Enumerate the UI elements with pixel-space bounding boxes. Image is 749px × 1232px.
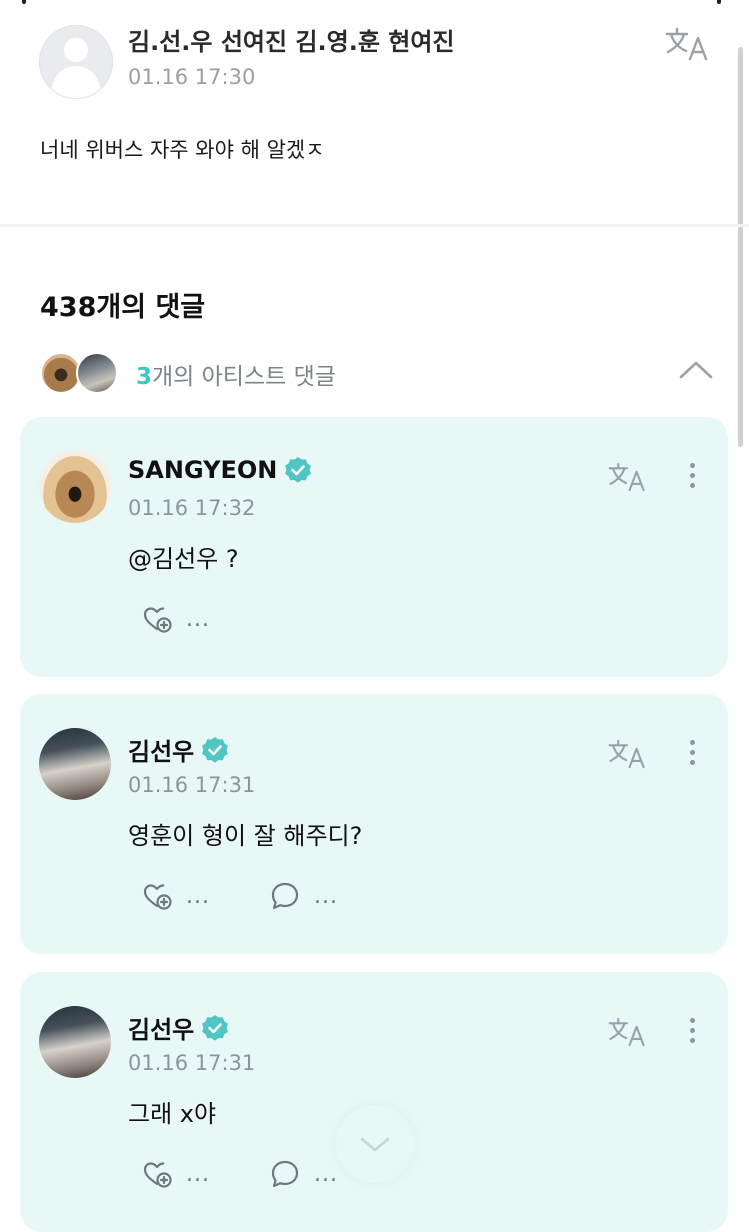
reply-count: ...: [313, 883, 338, 909]
comment-text: 그래 x야: [128, 1100, 217, 1128]
artist-avatar: [76, 352, 118, 394]
comment-author-name: 김선우: [128, 738, 195, 766]
like-count: ...: [186, 1161, 210, 1187]
comment-author-name: SANGYEON: [128, 456, 278, 484]
like-count: ...: [186, 606, 210, 632]
reply-button[interactable]: ...: [268, 879, 338, 913]
artist-comments-label: 3개의 아티스트 댓글: [136, 357, 336, 391]
avatar[interactable]: [39, 728, 111, 800]
heart-plus-icon: [143, 1162, 172, 1188]
post: 김.선.우 선여진 김.영.훈 현여진 01.16 17:30 너네 위버스 자…: [0, 0, 749, 225]
artist-comment-card: 김선우 01.16 17:31 영훈이 형이 잘 해주디? ... ...: [20, 694, 728, 954]
artist-comment-card: 김선우 01.16 17:31 그래 x야 ... ...: [20, 972, 728, 1232]
comment-actions: ... ...: [140, 878, 396, 914]
artist-comment-text: 개의 아티스트 댓글: [152, 364, 336, 390]
artist-comment-card: SANGYEON 01.16 17:32 @김선우 ? ...: [20, 417, 728, 677]
comment-author[interactable]: 김선우: [128, 1010, 230, 1045]
comment-author-name: 김선우: [128, 1016, 195, 1044]
verified-badge-icon: [285, 457, 312, 483]
like-button[interactable]: ...: [140, 602, 210, 636]
verified-badge-icon: [202, 1014, 229, 1041]
comment-bubble-icon: [271, 882, 299, 910]
comment-timestamp: 01.16 17:32: [128, 496, 256, 520]
comment-count-heading: 438개의 댓글: [40, 292, 206, 323]
comment-timestamp: 01.16 17:31: [128, 1051, 256, 1075]
heart-plus-icon: [143, 884, 172, 910]
translate-icon[interactable]: [664, 26, 710, 62]
post-body-text: 너네 위버스 자주 와야 해 알겠ㅈ: [40, 138, 325, 162]
post-timestamp: 01.16 17:30: [128, 65, 256, 89]
comment-text: @김선우 ?: [128, 545, 239, 573]
comment-author[interactable]: 김선우: [128, 732, 230, 767]
artist-comments-toggle[interactable]: 3개의 아티스트 댓글: [40, 352, 715, 394]
more-vertical-icon[interactable]: [684, 460, 700, 494]
like-button[interactable]: ...: [140, 879, 210, 913]
chevron-down-icon: [360, 1137, 390, 1152]
comment-bubble-icon: [271, 1160, 299, 1188]
artist-comment-count: 3: [136, 364, 153, 390]
translate-icon[interactable]: [607, 1015, 647, 1049]
avatar[interactable]: [39, 451, 111, 523]
comment-timestamp: 01.16 17:31: [128, 773, 256, 797]
verified-badge-icon: [202, 736, 229, 763]
translate-icon[interactable]: [607, 460, 647, 494]
comment-author[interactable]: SANGYEON: [128, 455, 313, 485]
comment-text: 영훈이 형이 잘 해주디?: [128, 822, 363, 850]
avatar[interactable]: [39, 1006, 111, 1078]
post-author-name[interactable]: 김.선.우 선여진 김.영.훈 현여진: [128, 22, 455, 57]
section-divider: [0, 224, 749, 227]
chevron-up-icon[interactable]: [678, 358, 714, 382]
more-vertical-icon[interactable]: [684, 1015, 700, 1049]
reply-count: ...: [313, 1161, 338, 1187]
like-button[interactable]: ...: [140, 1157, 210, 1191]
heart-plus-icon: [143, 607, 172, 633]
default-avatar-icon[interactable]: [39, 25, 113, 99]
translate-icon[interactable]: [607, 737, 647, 771]
like-count: ...: [186, 883, 210, 909]
comment-actions: ...: [140, 601, 268, 637]
more-vertical-icon[interactable]: [684, 737, 700, 771]
scroll-down-button[interactable]: [336, 1105, 414, 1183]
reply-button[interactable]: ...: [268, 1157, 338, 1191]
